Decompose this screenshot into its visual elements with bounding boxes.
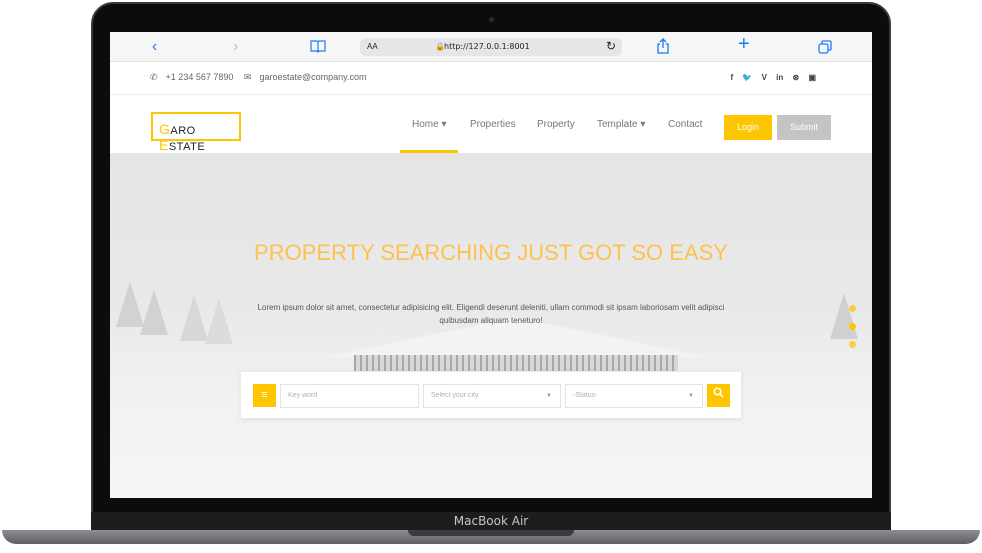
nav-item-home[interactable]: Home ▾	[412, 119, 446, 130]
slider-dots	[849, 305, 856, 359]
laptop-frame: ‹ › AA 🔒 http://127.0.0.1:8001 ↻ + ✆ +1 2…	[0, 0, 982, 553]
phone-number[interactable]: +1 234 567 7890	[166, 72, 234, 82]
phone-icon: ✆	[150, 72, 158, 82]
email-address[interactable]: garoestate@company.com	[259, 72, 366, 82]
status-select[interactable]: -Status- ▼	[565, 384, 703, 408]
reload-icon[interactable]: ↻	[606, 39, 616, 53]
book-icon[interactable]	[310, 39, 326, 58]
city-select[interactable]: Select your city ▼	[423, 384, 561, 408]
nav-item-contact[interactable]: Contact	[668, 119, 702, 130]
logo-text-aro: ARO	[170, 125, 196, 137]
chevron-down-icon: ▼	[688, 393, 694, 399]
slider-dot-active[interactable]	[849, 323, 856, 330]
site-logo[interactable]: GARO ESTATE	[151, 112, 241, 153]
chevron-down-icon: ▼	[546, 393, 552, 399]
property-search-panel: ≡ Key word Select your city ▼ -Status- ▼	[240, 371, 742, 419]
text-size-button[interactable]: AA	[367, 42, 378, 51]
address-bar[interactable]: AA 🔒 http://127.0.0.1:8001 ↻	[360, 38, 622, 56]
contact-bar: ✆ +1 234 567 7890 ✉ garoestate@company.com…	[110, 62, 872, 95]
facebook-icon[interactable]: f	[730, 73, 733, 82]
search-button[interactable]	[707, 384, 730, 407]
nav-item-property[interactable]: Property	[537, 119, 575, 130]
instagram-icon[interactable]: ▣	[808, 73, 816, 82]
camera	[489, 17, 494, 22]
main-navigation: GARO ESTATE Home ▾ Properties Property T…	[110, 96, 872, 153]
laptop-base-notch	[408, 530, 574, 536]
submit-button[interactable]: Submit	[777, 115, 831, 140]
share-icon[interactable]	[656, 38, 670, 60]
tabs-icon[interactable]	[818, 40, 832, 59]
snow-tree	[180, 295, 208, 341]
logo-text-state: STATE	[168, 141, 206, 153]
snow-tree	[140, 289, 168, 335]
linkedin-icon[interactable]: in	[776, 73, 783, 82]
device-label: MacBook Air	[453, 514, 529, 528]
menu-icon[interactable]: ≡	[253, 384, 276, 407]
snow-tree	[205, 298, 233, 344]
back-icon[interactable]: ‹	[152, 38, 157, 56]
nav-item-properties[interactable]: Properties	[470, 119, 516, 130]
search-icon	[713, 387, 724, 398]
hero-subtitle: Lorem ipsum dolor sit amet, consectetur …	[257, 303, 725, 325]
forward-icon[interactable]: ›	[233, 38, 238, 56]
vine-icon[interactable]: V	[762, 73, 767, 82]
slider-dot[interactable]	[849, 305, 856, 312]
keyword-input[interactable]: Key word	[280, 384, 419, 408]
slider-dot[interactable]	[849, 341, 856, 348]
mail-icon: ✉	[243, 72, 252, 82]
logo-letter-e: E	[159, 137, 169, 153]
twitter-icon[interactable]: 🐦	[742, 73, 752, 82]
browser-toolbar: ‹ › AA 🔒 http://127.0.0.1:8001 ↻ +	[110, 32, 872, 62]
login-button[interactable]: Login	[724, 115, 772, 140]
new-tab-icon[interactable]: +	[738, 34, 750, 54]
logo-letter-g: G	[159, 121, 171, 137]
url-text: http://127.0.0.1:8001	[444, 42, 530, 51]
dribbble-icon[interactable]: ⊛	[793, 73, 800, 82]
screen: ‹ › AA 🔒 http://127.0.0.1:8001 ↻ + ✆ +1 2…	[110, 32, 872, 498]
nav-item-template[interactable]: Template ▾	[597, 119, 645, 130]
hero-banner: PROPERTY SEARCHING JUST GOT SO EASY Lore…	[110, 153, 872, 498]
hero-title: PROPERTY SEARCHING JUST GOT SO EASY	[254, 240, 728, 265]
social-links: f 🐦 V in ⊛ ▣	[723, 73, 816, 82]
